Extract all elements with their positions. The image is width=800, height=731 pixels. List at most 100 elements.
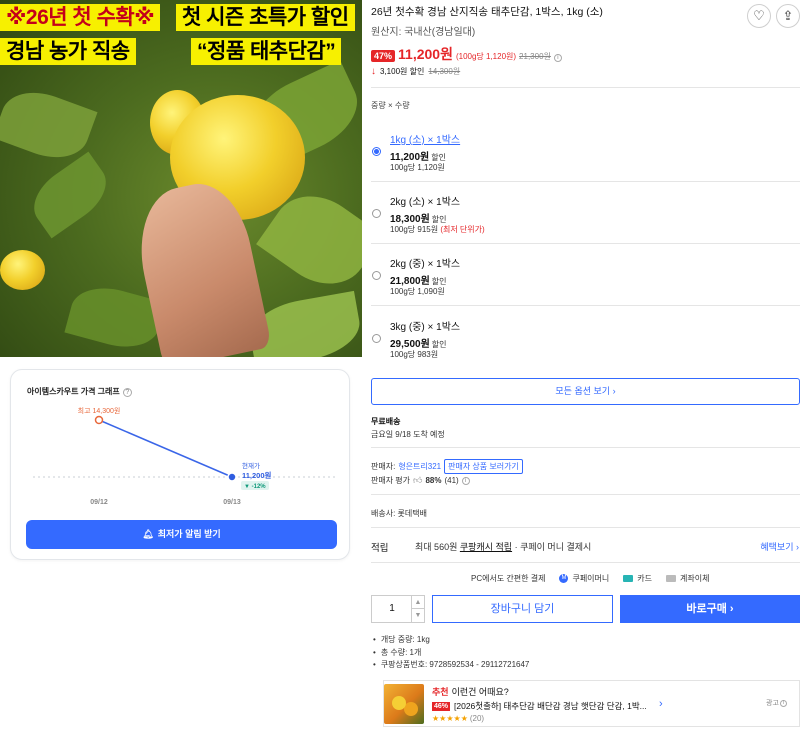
option-name[interactable]: 3kg (중) × 1박스 [390, 318, 460, 333]
current-label: 현재가 [242, 461, 260, 470]
product-origin: 원산지: 국내산(경남일대) [371, 27, 476, 38]
price-row: 47% 11,200원 (100g당 1,120원) 21,300원 i [371, 44, 562, 64]
radio-selected[interactable] [372, 147, 381, 156]
reco-discount: 46% [432, 701, 451, 711]
reward-label: 적립 [371, 543, 389, 554]
reco-rating: ★★★★★ (20) [432, 714, 485, 723]
payment-coupay: 쿠페이머니 [572, 574, 610, 583]
payment-label: PC에서도 간편한 결제 [471, 574, 546, 583]
option-unit-price: 100g당 915원 (최저 단위가) [390, 225, 485, 234]
option-price: 29,500원 할인 [390, 339, 447, 350]
card-icon [623, 575, 634, 582]
thumbs-up-icon: 👍︎ [413, 475, 423, 485]
seller-row: 판매자: 형은트리321 판매자 상품 보러가기 [371, 459, 523, 474]
coupay-money-icon: M [559, 574, 569, 583]
banner-direct-delivery: 경남 농가 직송 [0, 38, 136, 65]
free-shipping-label: 무료배송 [371, 417, 401, 426]
option-price: 18,300원 할인 [390, 214, 447, 225]
benefits-link[interactable]: 혜택보기 › [760, 540, 799, 553]
price-graph-card: 아이템스카우트 가격 그래프? 최고 14,300원 현재가 11,200원 ▼… [10, 369, 350, 560]
spec-item: 개당 중량: 1kg [373, 634, 529, 647]
bell-icon: 🔔︎ [142, 529, 154, 539]
quantity-stepper[interactable]: 1 ▲ ▼ [371, 595, 425, 623]
add-to-cart-button[interactable]: 장바구니 담기 [432, 595, 613, 623]
all-options-button[interactable]: 모든 옵션 보기 › [371, 378, 800, 405]
bank-icon [666, 575, 676, 582]
high-price-label: 최고 14,300원 [78, 406, 121, 415]
option-unit-price: 100g당 983원 [390, 350, 439, 359]
lowest-price-alarm-button[interactable]: 🔔︎ 최저가 알림 받기 [26, 520, 337, 549]
option-name[interactable]: 2kg (소) × 1박스 [390, 193, 460, 208]
banner-genuine: “정품 태추단감” [191, 38, 342, 65]
high-price-point [94, 415, 104, 425]
divider [371, 305, 800, 306]
banner-discount: 첫 시즌 초특가 할인 [176, 4, 355, 31]
divider [371, 527, 800, 528]
radio[interactable] [372, 334, 381, 343]
divider [371, 181, 800, 182]
payment-methods: PC에서도 간편한 결제 M 쿠페이머니 카드 계좌이체 [471, 573, 709, 584]
change-label: ▼ -12% [244, 484, 266, 490]
current-price-point [227, 472, 237, 482]
x-tick-label: 09/12 [90, 499, 108, 506]
spec-item: 총 수량: 1개 [373, 647, 529, 660]
discount-badge: 47% [371, 50, 396, 62]
price-series-line [98, 419, 233, 478]
increment-icon[interactable]: ▲ [412, 596, 424, 609]
heart-icon[interactable]: ♡ [747, 4, 771, 28]
option-label: 중량 × 수량 [371, 101, 410, 110]
payment-card: 카드 [637, 574, 652, 583]
reco-product[interactable]: 46% [2026첫출하] 태추단감 배단감 경남 햇단감 단감, 1박... [432, 700, 647, 712]
info-icon[interactable]: i [553, 54, 562, 62]
option-unit-price: 100g당 1,120원 [390, 163, 445, 172]
saving-amount: 3,100원 할인 [380, 67, 425, 76]
x-tick-label: 09/13 [223, 499, 241, 506]
quantity-input[interactable]: 1 [372, 596, 412, 622]
alarm-button-label: 최저가 알림 받기 [157, 529, 221, 539]
option-name[interactable]: 1kg (소) × 1박스 [390, 131, 460, 146]
sale-price: 11,200원 [398, 46, 453, 62]
banner-first-harvest: ※26년 첫 수확※ [0, 4, 161, 31]
divider [371, 447, 800, 448]
rating-count: (41) [444, 476, 459, 485]
share-icon[interactable]: ⇪ [776, 4, 800, 28]
reco-name[interactable]: [2026첫출하] 태추단감 배단감 경남 햇단감 단감, 1박... [454, 700, 647, 712]
saving-row: ↓ 3,100원 할인 14,300원 [371, 66, 460, 77]
option-name[interactable]: 2kg (중) × 1박스 [390, 255, 460, 270]
reward-text: 최대 560원 쿠팡캐시 적립 · 쿠페이 머니 결제시 [415, 542, 592, 552]
option-price: 21,800원 할인 [390, 276, 447, 287]
seller-products-button[interactable]: 판매자 상품 보러가기 [444, 459, 523, 474]
arrival-date: 금요일 9/18 도착 예정 [371, 430, 445, 439]
carrier: 배송사: 롯데택배 [371, 509, 427, 518]
seller-label: 판매자: [371, 462, 396, 471]
divider [371, 562, 800, 563]
info-icon[interactable]: i [461, 476, 470, 485]
unit-price: (100g당 1,120원) [455, 52, 517, 61]
radio[interactable] [372, 209, 381, 218]
decrement-icon[interactable]: ▼ [412, 609, 424, 622]
buy-now-button[interactable]: 바로구매 › [620, 595, 800, 623]
radio[interactable] [372, 271, 381, 280]
chevron-right-icon[interactable]: › [659, 698, 663, 710]
option-price: 11,200원 할인 [390, 152, 446, 163]
ad-label: 광고 i [766, 698, 787, 708]
product-title: 26년 첫수확 경남 산지직송 태추단감, 1박스, 1kg (소) [371, 6, 603, 18]
spec-list: 개당 중량: 1kg 총 수량: 1개 쿠팡상품번호: 9728592534 -… [373, 634, 530, 672]
product-image[interactable]: ※26년 첫 수확※ 첫 시즌 초특가 할인 경남 농가 직송 “정품 태추단감… [0, 0, 362, 357]
reco-product-image[interactable] [384, 684, 424, 724]
seller-name-link[interactable]: 형은트리321 [398, 461, 441, 472]
rating-label: 판매자 평가 [371, 476, 411, 485]
recommendation-card[interactable]: 추천 이런건 어때요? 46% [2026첫출하] 태추단감 배단감 경남 햇단감… [383, 680, 800, 727]
divider [371, 87, 800, 88]
divider [371, 243, 800, 244]
divider [371, 494, 800, 495]
rating-percent: 88% [425, 476, 442, 485]
option-unit-price: 100g당 1,090원 [390, 287, 445, 296]
down-arrow-icon: ↓ [371, 66, 376, 77]
original-price: 21,300원 [519, 52, 551, 61]
reco-headline: 추천 이런건 어때요? [432, 687, 509, 697]
current-price-label: 11,200원 [242, 470, 272, 480]
spec-item: 쿠팡상품번호: 9728592534 - 29112721647 [373, 659, 530, 672]
saving-original: 14,300원 [428, 67, 461, 76]
seller-rating-row: 판매자 평가 👍︎ 88% (41) i [371, 475, 470, 486]
